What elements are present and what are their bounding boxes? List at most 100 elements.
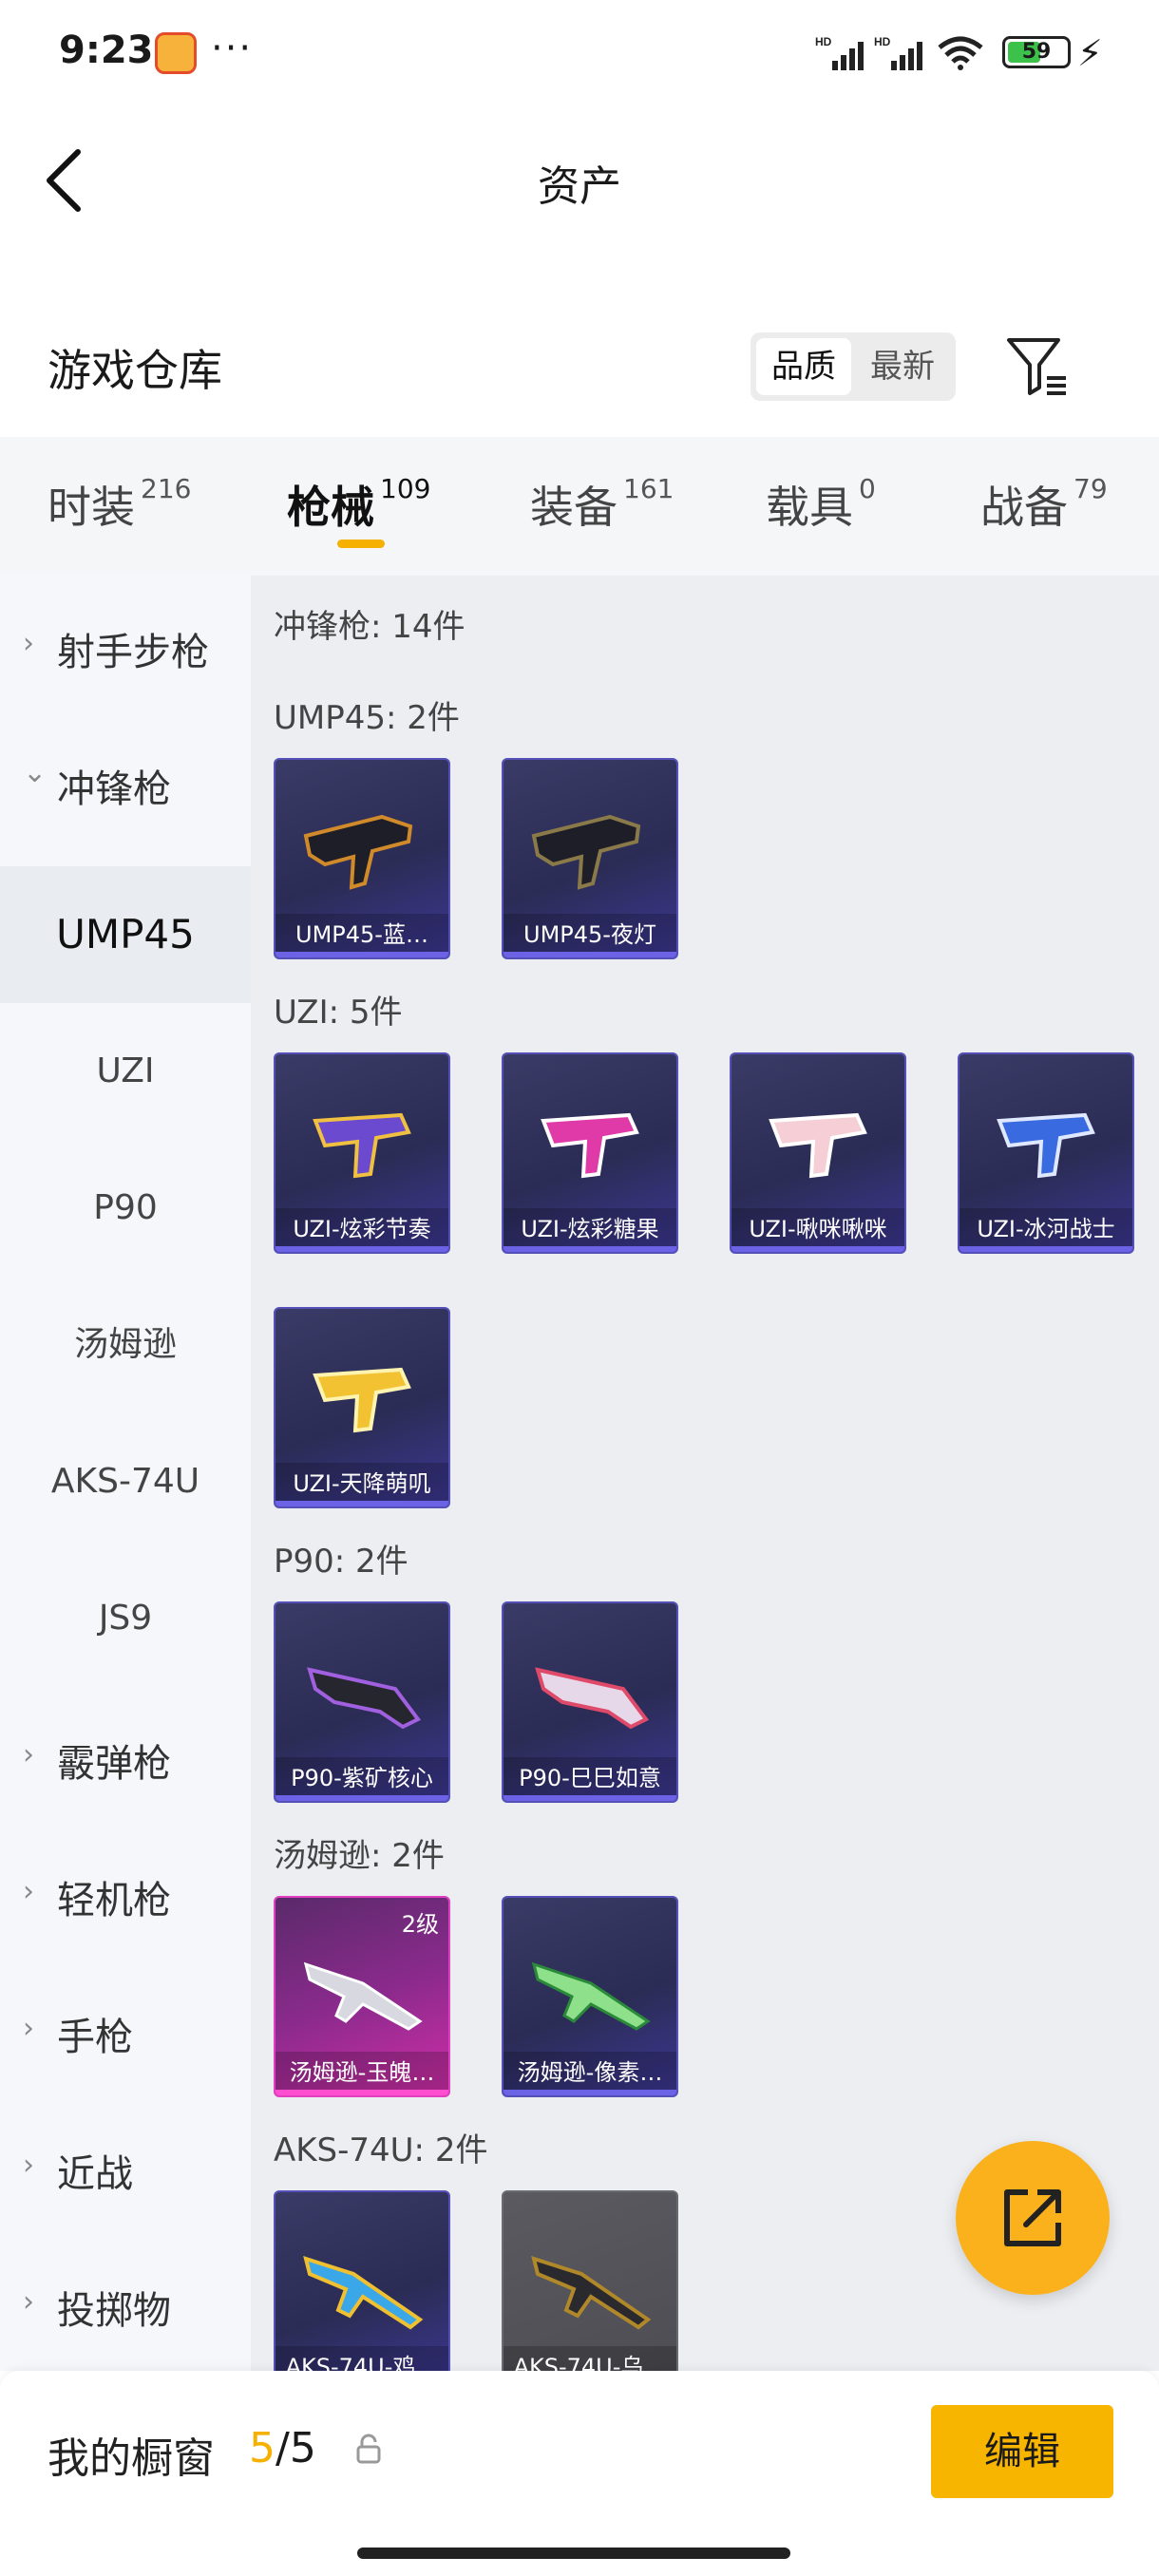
weapon-card-name: P90-紫矿核心: [276, 1757, 448, 1801]
tab-label: 枪械: [287, 482, 374, 533]
sidebar-sub-js9[interactable]: JS9: [0, 1550, 251, 1687]
tab-guns[interactable]: 枪械 109: [287, 473, 430, 536]
weapon-card-name: 汤姆逊-玉魄…: [276, 2052, 448, 2095]
sidebar-sub-p90[interactable]: P90: [0, 1140, 251, 1277]
sort-quality-button[interactable]: 品质: [756, 338, 851, 395]
gun-image-icon: [769, 1112, 867, 1179]
tab-count: 0: [859, 473, 876, 504]
sidebar-sub-uzi[interactable]: UZI: [0, 1003, 251, 1140]
sidebar-item-pistol[interactable]: › 手枪: [0, 1960, 251, 2097]
tab-gear[interactable]: 战备 79: [980, 473, 1108, 536]
tab-fashion[interactable]: 时装 216: [48, 473, 191, 536]
sidebar-item-label: 投掷物: [57, 2289, 171, 2333]
tab-label: 装备: [530, 482, 618, 533]
sort-toggle: 品质 最新: [750, 332, 956, 401]
sidebar-sub-ump45[interactable]: UMP45: [0, 866, 251, 1003]
weapon-card[interactable]: P90-巳巳如意: [502, 1601, 678, 1803]
weapon-sidebar: › 射手步枪 ⌄ 冲锋枪 UMP45 UZI P90 汤姆逊 AKS-74U J…: [0, 576, 251, 2371]
svg-text:HD: HD: [874, 35, 891, 48]
tab-label: 载具: [766, 482, 853, 533]
gun-image-icon: [535, 1667, 650, 1730]
sidebar-item-label: 射手步枪: [57, 631, 209, 674]
sidebar-item-shotgun[interactable]: › 霰弹枪: [0, 1687, 251, 1824]
gun-image-icon: [313, 1367, 411, 1433]
sidebar-item-smg[interactable]: ⌄ 冲锋枪: [0, 712, 251, 849]
sort-newest-button[interactable]: 最新: [855, 338, 950, 395]
battery-icon: 59: [1002, 36, 1071, 68]
group-title-aks74u: AKS-74U: 2件: [274, 2131, 488, 2169]
chevron-right-icon: ›: [23, 2149, 34, 2182]
tab-equipment[interactable]: 装备 161: [530, 473, 674, 536]
weapon-card[interactable]: UMP45-蓝…: [274, 758, 450, 959]
weapon-card-name: UZI-冰河战士: [960, 1208, 1132, 1252]
section-row: 游戏仓库 品质 最新: [0, 313, 1159, 427]
category-summary: 冲锋枪: 14件: [274, 608, 466, 646]
group-title-thompson: 汤姆逊: 2件: [274, 1837, 445, 1875]
app-notification-icon: [155, 32, 197, 74]
sidebar-item-throwables[interactable]: › 投掷物: [0, 2234, 251, 2371]
category-tabs: 时装 216 枪械 109 装备 161 载具 0 战备 79: [0, 437, 1159, 576]
weapon-content: 冲锋枪: 14件 UMP45: 2件 UMP45-蓝… UMP45-夜灯 UZI…: [251, 576, 1159, 2371]
showcase-separator: /: [276, 2424, 290, 2472]
showcase-label: 我的橱窗: [48, 2434, 215, 2483]
weapon-card[interactable]: UZI-天降萌叽: [274, 1307, 450, 1508]
tab-label: 时装: [48, 482, 135, 533]
weapon-card[interactable]: UZI-冰河战士: [958, 1052, 1134, 1254]
group-title-p90: P90: 2件: [274, 1543, 408, 1581]
weapon-card[interactable]: P90-紫矿核心: [274, 1601, 450, 1803]
weapon-card[interactable]: UZI-啾咪啾咪: [730, 1052, 906, 1254]
active-tab-indicator: [337, 540, 385, 548]
filter-icon[interactable]: [1005, 334, 1072, 401]
weapon-card-name: P90-巳巳如意: [504, 1757, 676, 1801]
gun-image-icon: [313, 1112, 411, 1179]
sidebar-sub-thompson[interactable]: 汤姆逊: [0, 1277, 251, 1413]
sidebar-item-marksman-rifle[interactable]: › 射手步枪: [0, 576, 251, 712]
chevron-right-icon: ›: [23, 2285, 34, 2319]
chevron-right-icon: ›: [23, 627, 34, 660]
group-title-uzi: UZI: 5件: [274, 994, 403, 1032]
charging-icon: ⚡: [1077, 32, 1103, 74]
share-button[interactable]: [956, 2141, 1110, 2295]
weapon-card-name: UMP45-夜灯: [504, 914, 676, 957]
weapon-card[interactable]: UMP45-夜灯: [502, 758, 678, 959]
gun-image-icon: [303, 2256, 424, 2330]
signal-icon-2: HD: [874, 35, 922, 70]
wifi-icon: [938, 36, 983, 70]
tab-count: 161: [623, 473, 674, 504]
weapon-card-name: UZI-天降萌叽: [276, 1463, 448, 1506]
edit-button[interactable]: 编辑: [931, 2405, 1113, 2498]
weapon-card-name: AKS-74U-乌…: [504, 2346, 676, 2371]
weapon-card[interactable]: AKS-74U-乌…: [502, 2190, 678, 2371]
sidebar-item-label: 手枪: [57, 2016, 133, 2059]
tab-count: 109: [380, 473, 431, 504]
home-indicator[interactable]: [357, 2548, 790, 2559]
svg-text:HD: HD: [815, 35, 832, 48]
weapon-card-name: 汤姆逊-像素…: [504, 2052, 676, 2095]
group-title-ump45: UMP45: 2件: [274, 699, 460, 737]
sidebar-item-melee[interactable]: › 近战: [0, 2097, 251, 2234]
sidebar-item-lmg[interactable]: › 轻机枪: [0, 1824, 251, 1960]
status-time: 9:23: [59, 28, 154, 72]
page-title: 资产: [538, 162, 621, 211]
more-notifications-icon: ···: [211, 27, 254, 70]
weapon-card[interactable]: UZI-炫彩节奏: [274, 1052, 450, 1254]
sidebar-item-label: 近战: [57, 2152, 133, 2196]
showcase-bar: 我的橱窗 5/5 编辑: [0, 2371, 1159, 2576]
tab-label: 战备: [980, 482, 1068, 533]
gun-image-icon: [307, 1667, 422, 1730]
weapon-card[interactable]: 汤姆逊-像素…: [502, 1896, 678, 2097]
gun-image-icon: [531, 2256, 652, 2330]
chevron-down-icon: ⌄: [23, 756, 48, 789]
weapon-card-name: UMP45-蓝…: [276, 914, 448, 957]
chevron-right-icon: ›: [23, 2012, 34, 2045]
tab-vehicles[interactable]: 载具 0: [766, 473, 876, 536]
weapon-card[interactable]: AKS-74U-鸡…: [274, 2190, 450, 2371]
gun-image-icon: [541, 1112, 639, 1179]
sidebar-sub-aks74u[interactable]: AKS-74U: [0, 1413, 251, 1550]
weapon-card[interactable]: UZI-炫彩糖果: [502, 1052, 678, 1254]
weapon-card[interactable]: 2级 汤姆逊-玉魄…: [274, 1896, 450, 2097]
section-title: 游戏仓库: [48, 345, 222, 396]
gun-image-icon: [303, 814, 413, 890]
chevron-right-icon: ›: [23, 1738, 34, 1771]
chevron-right-icon: ›: [23, 1875, 34, 1908]
